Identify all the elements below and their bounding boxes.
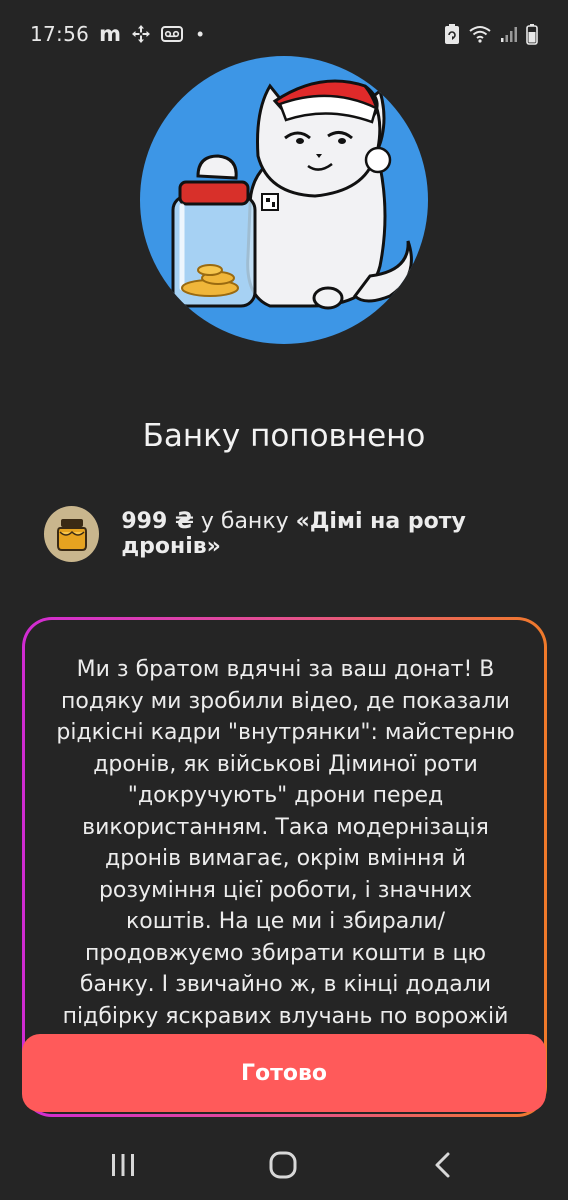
back-icon[interactable] <box>428 1150 458 1180</box>
done-button[interactable]: Готово <box>22 1034 546 1112</box>
notification-dot-icon: • <box>197 23 204 44</box>
honey-jar-icon <box>44 506 100 562</box>
wifi-icon <box>468 24 492 44</box>
page-title: Банку поповнено <box>142 418 426 454</box>
app-notification-m-icon: m <box>99 22 122 46</box>
bank-info-text: 999 ₴ у банку «Дімі на роту дронів» <box>121 509 568 559</box>
bank-preposition: у банку <box>193 509 296 534</box>
status-bar-right <box>444 23 538 45</box>
voicemail-icon <box>161 26 184 42</box>
battery-icon <box>526 23 538 45</box>
cat-with-jar-santa-hat-illustration <box>140 56 428 344</box>
bank-info-row: 999 ₴ у банку «Дімі на роту дронів» <box>44 506 568 562</box>
recent-apps-icon[interactable] <box>108 1150 138 1180</box>
donation-amount: 999 ₴ <box>121 509 194 534</box>
move-icon <box>131 24 151 44</box>
thank-you-message-text: Ми з братом вдячні за ваш донат! В подяк… <box>56 657 515 1092</box>
home-icon[interactable] <box>268 1150 298 1180</box>
status-bar-left: 17:56 m • <box>30 22 203 46</box>
recycle-battery-saver-icon <box>444 23 460 45</box>
system-navigation-bar <box>0 1128 568 1200</box>
status-time: 17:56 <box>30 22 90 46</box>
signal-icon <box>500 25 518 43</box>
